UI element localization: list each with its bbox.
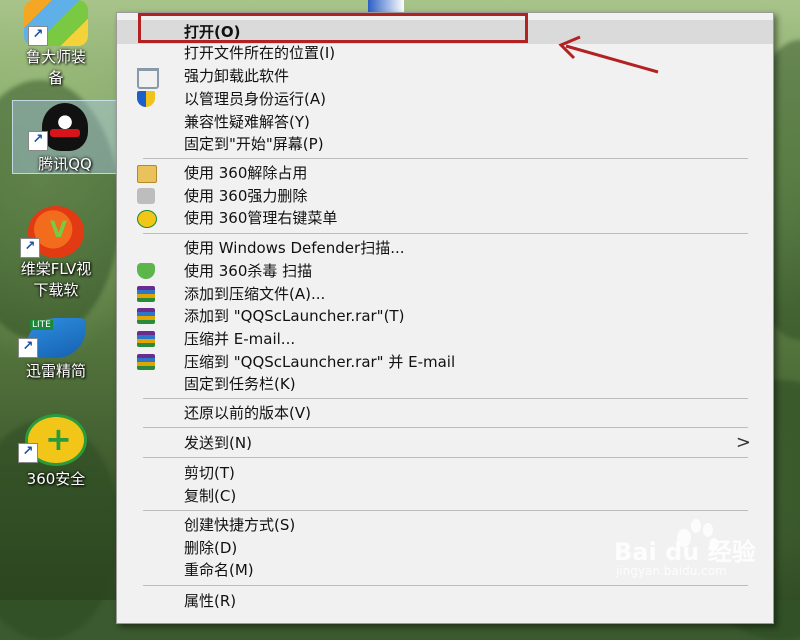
menu-item-label: 复制(C) [184,487,237,505]
desktop-icon-label: 备 [48,69,64,87]
menu-item-360-unlock[interactable]: 使用 360解除占用 [117,162,773,184]
menu-item-restore-previous-versions[interactable]: 还原以前的版本(V) [117,402,773,424]
menu-item-cut[interactable]: 剪切(T) [117,462,773,484]
ludashi-app-icon: ↗ [24,0,88,46]
watermark-brand: Bai du 经验 [614,538,756,566]
menu-item-pin-to-start[interactable]: 固定到"开始"屏幕(P) [117,133,773,155]
desktop-icon-ludashi[interactable]: ↗ 鲁大师装 备 [4,0,108,88]
menu-item-run-as-admin[interactable]: 以管理员身份运行(A) [117,88,773,110]
desktop-icon-label: 鲁大师装 [25,48,86,66]
360-safe-icon: + ↗ [18,414,87,466]
menu-separator [143,398,748,399]
360-icon [137,210,157,228]
winrar-icon [137,354,155,370]
shortcut-arrow-icon: ↗ [28,26,48,46]
menu-item-pin-to-taskbar[interactable]: 固定到任务栏(K) [117,373,773,395]
menu-item-label: 添加到 "QQScLauncher.rar"(T) [184,307,405,325]
shortcut-arrow-icon: ↗ [20,238,40,258]
desktop-icon-label: 360安全 [26,470,86,488]
menu-item-defender-scan[interactable]: 使用 Windows Defender扫描... [117,237,773,259]
desktop-icon-qq[interactable]: ↗ 腾讯QQ [12,100,118,174]
menu-item-360-manage-menu[interactable]: 使用 360管理右键菜单 [117,207,773,229]
uac-shield-icon [137,91,155,107]
winrar-icon [137,286,155,302]
desktop-icon-label: 维棠FLV视 [20,260,92,278]
menu-item-label: 使用 360解除占用 [184,164,308,182]
desktop-icon-label: 下载软 [33,281,79,299]
trash-icon [137,68,159,89]
menu-item-label: 删除(D) [184,539,238,557]
desktop-icon-label: 迅雷精简 [25,362,86,380]
menu-item-label: 打开文件所在的位置(I) [184,44,336,62]
baidu-watermark: Bai du 经验 jingyan.baidu.com [612,514,762,584]
menu-item-label: 以管理员身份运行(A) [184,90,326,108]
shortcut-arrow-icon: ↗ [18,443,38,463]
menu-item-360-antivirus-scan[interactable]: 使用 360杀毒 扫描 [117,260,773,282]
menu-item-label: 强力卸载此软件 [184,67,290,85]
menu-item-add-to-archive[interactable]: 添加到压缩文件(A)... [117,283,773,305]
shortcut-arrow-icon: ↗ [18,338,38,358]
menu-item-label: 兼容性疑难解答(Y) [184,113,310,131]
menu-item-label: 压缩到 "QQScLauncher.rar" 并 E-mail [184,353,456,371]
desktop-icon-360[interactable]: + ↗ 360安全 [4,414,108,489]
menu-item-properties[interactable]: 属性(R) [117,590,773,612]
menu-item-label: 属性(R) [184,592,237,610]
winrar-icon [137,308,155,324]
360-antivirus-icon [137,263,155,279]
folder-unlock-icon [137,165,157,183]
menu-separator [143,510,748,511]
menu-item-label: 压缩并 E-mail... [184,330,296,348]
partial-desktop-icon [368,0,404,12]
menu-item-label: 使用 360强力删除 [184,187,308,205]
desktop-icon-weitang-flv[interactable]: V ↗ 维棠FLV视 下载软 [4,206,108,300]
menu-item-open-file-location[interactable]: 打开文件所在的位置(I) [117,42,773,64]
menu-item-label: 重命名(M) [184,561,254,579]
shortcut-arrow-icon: ↗ [28,131,48,151]
watermark-url: jingyan.baidu.com [616,564,727,578]
menu-separator [143,457,748,458]
menu-separator [143,233,748,234]
xunlei-bird-icon: LITE ↗ [18,318,86,358]
chevron-right-icon: > [735,432,751,453]
menu-item-label: 还原以前的版本(V) [184,404,311,422]
qq-penguin-icon: ↗ [28,103,88,151]
menu-item-force-uninstall[interactable]: 强力卸载此软件 [117,65,773,89]
menu-item-360-force-delete[interactable]: 使用 360强力删除 [117,185,773,207]
menu-item-compress-email[interactable]: 压缩并 E-mail... [117,328,773,350]
menu-separator [143,427,748,428]
winrar-icon [137,331,155,347]
menu-item-label: 剪切(T) [184,464,235,482]
menu-item-label: 使用 Windows Defender扫描... [184,239,405,257]
menu-item-compress-rar-email[interactable]: 压缩到 "QQScLauncher.rar" 并 E-mail [117,351,773,373]
highlight-box-annotation [138,13,528,43]
menu-separator [143,585,748,586]
menu-item-label: 固定到任务栏(K) [184,375,296,393]
weitang-app-icon: V ↗ [20,206,84,258]
menu-item-copy[interactable]: 复制(C) [117,485,773,507]
desktop-icon-label: 腾讯QQ [38,155,92,173]
menu-item-label: 固定到"开始"屏幕(P) [184,135,324,153]
menu-item-label: 使用 360管理右键菜单 [184,209,338,227]
menu-item-troubleshoot-compatibility[interactable]: 兼容性疑难解答(Y) [117,111,773,133]
menu-item-label: 使用 360杀毒 扫描 [184,262,313,280]
menu-separator [143,158,748,159]
menu-item-label: 发送到(N) [184,434,252,452]
desktop-icon-xunlei[interactable]: LITE ↗ 迅雷精简 [4,318,108,381]
menu-item-add-to-rar[interactable]: 添加到 "QQScLauncher.rar"(T) [117,305,773,327]
menu-item-label: 创建快捷方式(S) [184,516,296,534]
menu-item-send-to[interactable]: 发送到(N) > [117,432,773,454]
shredder-icon [137,188,155,204]
menu-item-label: 添加到压缩文件(A)... [184,285,326,303]
